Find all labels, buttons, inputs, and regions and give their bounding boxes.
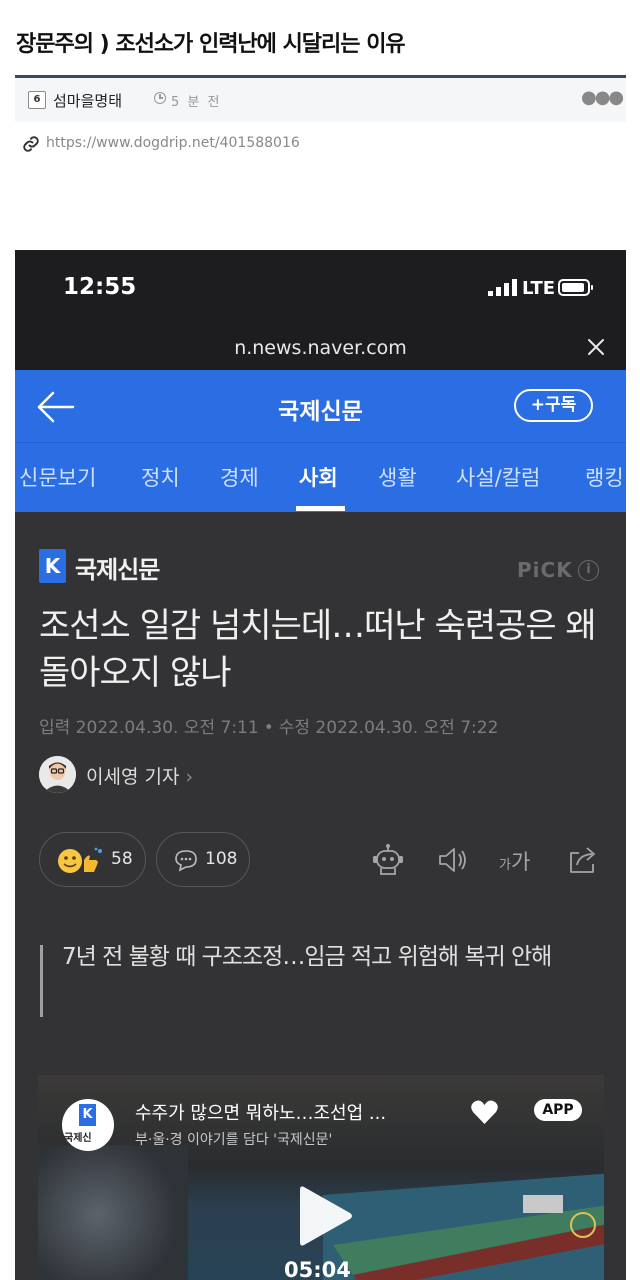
embedded-phone-screenshot: 12:55 LTE n.news.naver.com 국제신문 +구독 신문보기… [15, 250, 626, 1280]
info-icon[interactable]: i [578, 560, 599, 581]
play-icon[interactable] [296, 1183, 354, 1249]
active-tab-indicator [296, 506, 345, 511]
news-header: 국제신문 +구독 신문보기 정치 경제 사회 생활 사설/칼럼 랭킹 [15, 370, 626, 512]
tab-economy[interactable]: 경제 [220, 462, 259, 492]
channel-k-icon: K [79, 1104, 96, 1126]
article-headline: 조선소 일감 넘치는데…떠난 숙련공은 왜 돌아오지 않나 [39, 606, 597, 693]
reporter-name[interactable]: 이세영 기자 › [86, 762, 193, 789]
author-level-badge: 6 [28, 91, 46, 109]
comment-count: 108 [205, 849, 238, 869]
app-badge[interactable]: APP [534, 1099, 582, 1121]
more-options-icon[interactable]: ●●● [581, 87, 624, 108]
browser-url[interactable]: n.news.naver.com [15, 337, 626, 359]
speaker-icon[interactable] [436, 843, 470, 877]
tab-newspaper[interactable]: 신문보기 [19, 462, 96, 492]
press-logo-icon: K [39, 549, 66, 583]
font-size-large-glyph: 가 [510, 850, 531, 874]
header-divider [15, 442, 626, 443]
video-player[interactable]: K 국제신 수주가 많으면 뭐하노…조선업 ... 부·울·경 이야기를 담다 … [38, 1075, 604, 1280]
date-separator: • [263, 718, 274, 738]
reporter-name-text: 이세영 기자 [86, 766, 180, 788]
article-dates: 입력 2022.04.30. 오전 7:11 • 수정 2022.04.30. 오전… [39, 713, 498, 738]
tab-ranking[interactable]: 랭킹 [585, 462, 624, 492]
reaction-count: 58 [111, 849, 133, 869]
battery-icon [558, 279, 593, 296]
edit-date: 수정 2022.04.30. 오전 7:22 [278, 718, 499, 738]
input-date: 입력 2022.04.30. 오전 7:11 [39, 718, 259, 738]
post-meta-bar: 6 섬마을명태 5 분 전 ●●● [15, 78, 626, 122]
video-subtitle: 부·울·경 이야기를 담다 '국제신문' [135, 1132, 333, 1148]
tab-politics[interactable]: 정치 [141, 462, 180, 492]
article-body: K 국제신문 PiCK i 조선소 일감 넘치는데…떠난 숙련공은 왜 돌아오지… [15, 512, 626, 1280]
channel-logo-name: 국제신 [64, 1133, 92, 1144]
subheadline-bar [40, 945, 43, 1017]
article-subheadline: 7년 전 불황 때 구조조정…임금 적고 위험해 복귀 안해 [62, 944, 552, 970]
comment-icon [175, 850, 197, 872]
video-channel-logo[interactable]: K 국제신 [62, 1099, 114, 1151]
author-name[interactable]: 섬마을명태 [53, 90, 122, 111]
post-title: 장문주의 ) 조선소가 인력난에 시달리는 이유 [16, 32, 406, 57]
comment-button[interactable]: 108 [156, 832, 250, 887]
video-duration: 05:04 [284, 1258, 351, 1280]
subscribe-label: 구독 [544, 395, 577, 415]
font-size-icon[interactable]: 가가 [499, 846, 530, 876]
reaction-button[interactable]: 58 [39, 832, 146, 887]
share-icon[interactable] [566, 843, 600, 877]
pick-label: PiCK [517, 558, 573, 582]
source-link-text[interactable]: https://www.dogdrip.net/401588016 [46, 135, 300, 151]
network-type: LTE [522, 278, 556, 299]
video-thumbnail-worker [38, 1145, 188, 1280]
link-icon [23, 136, 39, 152]
plus-icon: + [530, 395, 545, 415]
reporter-avatar[interactable] [39, 756, 76, 793]
font-size-small-glyph: 가 [499, 858, 511, 873]
tts-robot-icon[interactable] [371, 843, 405, 877]
close-icon[interactable] [585, 336, 607, 358]
video-title: 수주가 많으면 뭐하노…조선업 ... [135, 1103, 387, 1124]
tab-society[interactable]: 사회 [299, 462, 338, 492]
clock-icon [154, 92, 166, 104]
source-link[interactable]: https://www.dogdrip.net/401588016 [22, 133, 522, 155]
video-thumbnail-ship [323, 1173, 604, 1280]
status-bar-time: 12:55 [63, 274, 137, 300]
reporter-photo [39, 756, 76, 793]
post-time: 5 분 전 [171, 95, 222, 110]
emoji-reaction-icon [58, 847, 102, 873]
heart-icon[interactable] [470, 1099, 499, 1125]
subscribe-button[interactable]: +구독 [514, 389, 593, 422]
press-logo-name[interactable]: 국제신문 [75, 550, 160, 585]
tab-editorial[interactable]: 사설/칼럼 [456, 462, 540, 492]
signal-strength-icon [488, 279, 517, 296]
tab-life[interactable]: 생활 [378, 462, 417, 492]
